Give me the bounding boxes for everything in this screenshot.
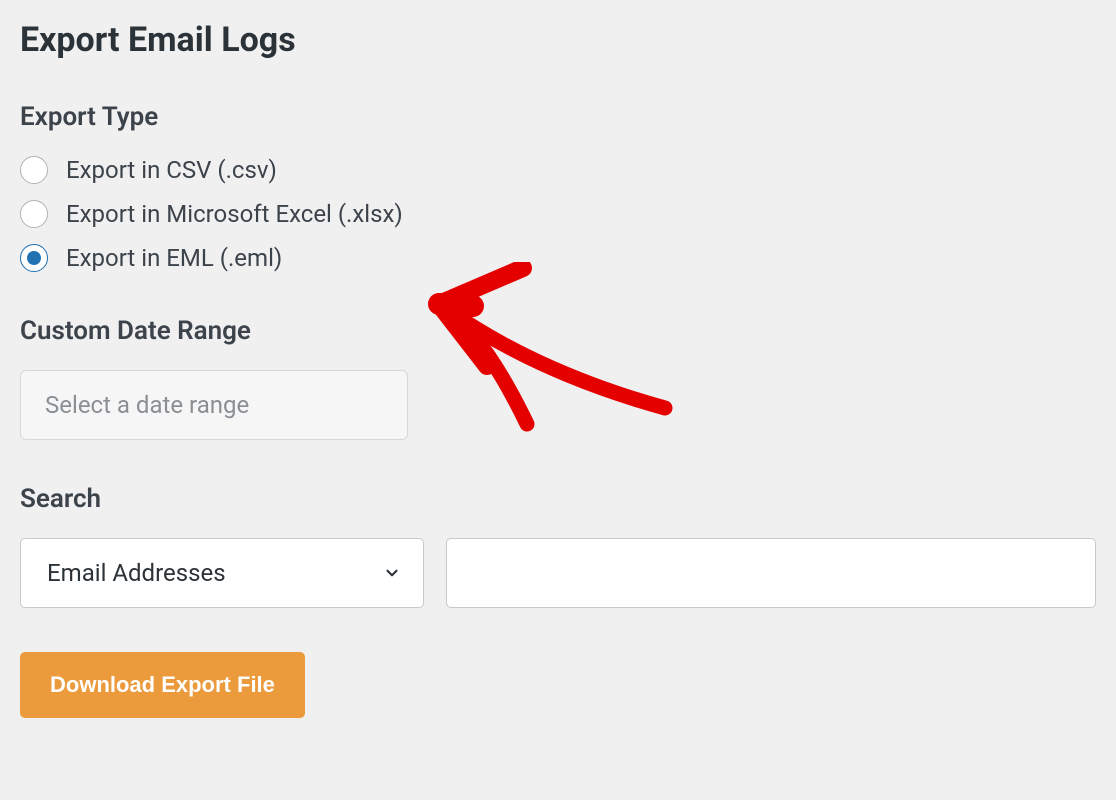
search-section: Search Email Addresses	[20, 484, 1096, 608]
date-range-placeholder: Select a date range	[45, 391, 249, 419]
chevron-down-icon	[383, 564, 401, 582]
date-range-input[interactable]: Select a date range	[20, 370, 408, 440]
page-title: Export Email Logs	[20, 20, 1096, 60]
export-email-logs-panel: Export Email Logs Export Type Export in …	[20, 20, 1096, 718]
search-row: Email Addresses	[20, 538, 1096, 608]
export-type-heading: Export Type	[20, 102, 1096, 132]
export-type-section: Export Type Export in CSV (.csv) Export …	[20, 102, 1096, 272]
download-section: Download Export File	[20, 652, 1096, 718]
search-select-value: Email Addresses	[47, 559, 226, 587]
radio-icon	[20, 156, 48, 184]
radio-icon	[20, 244, 48, 272]
radio-icon	[20, 200, 48, 228]
export-type-option-csv[interactable]: Export in CSV (.csv)	[20, 156, 1096, 184]
search-text-input[interactable]	[446, 538, 1096, 608]
custom-date-range-heading: Custom Date Range	[20, 316, 1096, 346]
export-type-radio-group: Export in CSV (.csv) Export in Microsoft…	[20, 156, 1096, 272]
export-type-option-eml[interactable]: Export in EML (.eml)	[20, 244, 1096, 272]
custom-date-range-section: Custom Date Range Select a date range	[20, 316, 1096, 440]
radio-label: Export in CSV (.csv)	[66, 156, 277, 184]
export-type-option-xlsx[interactable]: Export in Microsoft Excel (.xlsx)	[20, 200, 1096, 228]
download-export-file-button[interactable]: Download Export File	[20, 652, 305, 718]
radio-label: Export in EML (.eml)	[66, 244, 282, 272]
radio-label: Export in Microsoft Excel (.xlsx)	[66, 200, 403, 228]
search-heading: Search	[20, 484, 1096, 514]
search-field-select[interactable]: Email Addresses	[20, 538, 424, 608]
